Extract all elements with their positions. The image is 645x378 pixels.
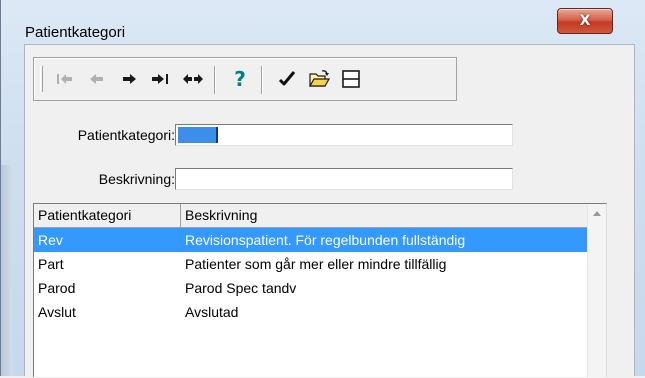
row-kategori: Avslut xyxy=(38,304,76,320)
row-beskrivning: Revisionspatient. För regelbunden fullst… xyxy=(185,232,466,248)
scroll-up-button[interactable] xyxy=(588,204,606,224)
help-button[interactable]: ? xyxy=(227,67,253,91)
last-record-button[interactable] xyxy=(148,67,174,91)
next-record-button[interactable] xyxy=(116,67,142,91)
first-record-icon xyxy=(57,74,72,84)
next-record-icon xyxy=(123,74,136,84)
patientkategori-table: Patientkategori Beskrivning Rev Revision… xyxy=(33,203,607,378)
text-selection-highlight xyxy=(178,127,218,143)
table-row[interactable]: Rev Revisionspatient. För regelbunden fu… xyxy=(34,228,588,252)
table-header: Patientkategori Beskrivning xyxy=(34,204,588,228)
split-view-button[interactable] xyxy=(338,67,364,91)
kategori-label: Patientkategori: xyxy=(77,127,175,143)
row-kategori: Rev xyxy=(38,232,63,248)
row-kategori: Parod xyxy=(38,280,76,296)
vertical-scrollbar[interactable] xyxy=(587,204,606,378)
toolbar-grip[interactable] xyxy=(40,66,43,92)
background-window-edge xyxy=(1,165,13,376)
swap-records-icon xyxy=(183,74,203,84)
column-header-beskrivning[interactable]: Beskrivning xyxy=(181,204,588,228)
split-view-icon xyxy=(342,70,360,88)
confirm-button[interactable] xyxy=(274,67,300,91)
toolbar: ? xyxy=(33,57,457,101)
window-title: Patientkategori xyxy=(25,24,126,41)
table-row[interactable]: Part Patienter som går mer eller mindre … xyxy=(34,252,588,276)
open-folder-icon xyxy=(308,70,330,87)
chevron-up-icon xyxy=(593,211,601,216)
swap-records-button[interactable] xyxy=(180,67,206,91)
column-header-patientkategori[interactable]: Patientkategori xyxy=(34,204,181,228)
last-record-icon xyxy=(152,74,168,84)
open-folder-button[interactable] xyxy=(306,67,332,91)
toolbar-separator xyxy=(214,66,216,94)
dialog-client-area: ? Patientkategori: Beskrivning: Patientk… xyxy=(24,44,635,378)
close-icon: X xyxy=(579,13,591,29)
checkmark-icon xyxy=(278,71,296,86)
row-beskrivning: Avslutad xyxy=(185,304,239,320)
window-frame: Patientkategori X ? Patientkategori: Bes… xyxy=(0,0,645,378)
row-beskrivning: Parod Spec tandv xyxy=(185,280,297,296)
previous-record-button[interactable] xyxy=(84,67,110,91)
toolbar-separator xyxy=(261,66,263,94)
kategori-field[interactable] xyxy=(175,124,513,146)
help-icon: ? xyxy=(234,67,246,91)
beskrivning-field[interactable] xyxy=(175,168,513,190)
beskrivning-label: Beskrivning: xyxy=(98,171,175,187)
row-kategori: Part xyxy=(38,256,64,272)
previous-record-icon xyxy=(90,74,103,84)
first-record-button[interactable] xyxy=(52,67,78,91)
close-button[interactable]: X xyxy=(557,8,613,34)
table-row[interactable]: Avslut Avslutad xyxy=(34,300,588,324)
row-beskrivning: Patienter som går mer eller mindre tillf… xyxy=(185,256,447,272)
table-row[interactable]: Parod Parod Spec tandv xyxy=(34,276,588,300)
